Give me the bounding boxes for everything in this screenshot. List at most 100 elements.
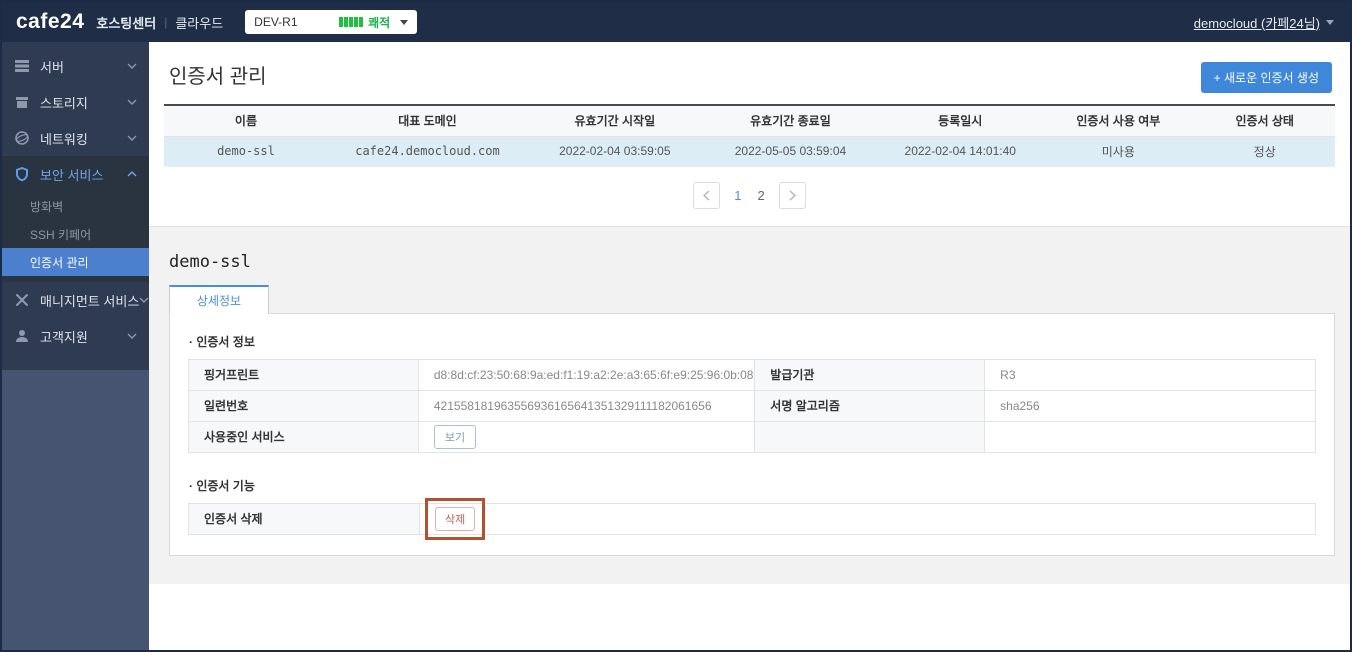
- topbar: cafe24 호스팅센터 | 클라우드 DEV-R1 쾌적 democloud …: [2, 2, 1350, 42]
- certificate-detail-section: demo-ssl 상세정보 인증서 정보 핑거프린트 d8:8d:cf:23:5…: [149, 226, 1350, 584]
- tools-icon: [14, 292, 30, 308]
- sidebar-subitem-label: 인증서 관리: [30, 254, 89, 271]
- sidebar-item-customer-support[interactable]: 고객지원: [2, 318, 149, 354]
- sidebar-item-certificate-management[interactable]: 인증서 관리: [2, 248, 149, 276]
- section-label-cert-info: 인증서 정보: [189, 333, 1316, 350]
- capacity-bars: [339, 17, 363, 27]
- fingerprint-label: 핑거프린트: [189, 359, 419, 390]
- chevron-down-icon: [127, 63, 137, 69]
- chevron-up-icon: [127, 171, 137, 177]
- column-header-status: 인증서 상태: [1194, 105, 1335, 136]
- table-row[interactable]: demo-ssl cafe24.democloud.com 2022-02-04…: [164, 136, 1335, 166]
- column-header-domain: 대표 도메인: [328, 105, 527, 136]
- page-title: 인증서 관리: [169, 60, 267, 89]
- column-header-in-use: 인증서 사용 여부: [1042, 105, 1194, 136]
- cert-info-table: 핑거프린트 d8:8d:cf:23:50:68:9a:ed:f1:19:a2:2…: [188, 359, 1316, 453]
- sidebar-item-storage[interactable]: 스토리지: [2, 84, 149, 120]
- chevron-down-icon: [1326, 20, 1334, 25]
- cafe24-logo[interactable]: cafe24: [16, 10, 84, 34]
- sidebar-item-label: 매니지먼트 서비스: [40, 291, 139, 310]
- chevron-down-icon: [139, 297, 149, 303]
- column-header-name: 이름: [164, 105, 328, 136]
- view-services-button[interactable]: 보기: [434, 425, 476, 449]
- server-name: DEV-R1: [254, 15, 339, 29]
- chevron-left-icon: [703, 190, 710, 201]
- sidebar-item-management-services[interactable]: 매니지먼트 서비스: [2, 282, 149, 318]
- issuer-label: 발급기관: [755, 359, 985, 390]
- chevron-down-icon: [400, 20, 408, 25]
- tab-detail-info[interactable]: 상세정보: [169, 285, 269, 314]
- section-label-cert-functions: 인증서 기능: [189, 477, 1316, 494]
- chevron-down-icon: [127, 333, 137, 339]
- sidebar-group-security: 보안 서비스 방화벽 SSH 키페어 인증서 관리: [2, 156, 149, 282]
- empty-value-cell: [985, 421, 1316, 452]
- empty-area: [149, 584, 1350, 651]
- cert-functions-table: 인증서 삭제 삭제: [188, 503, 1316, 535]
- column-header-valid-from: 유효기간 시작일: [527, 105, 703, 136]
- chevron-down-icon: [127, 135, 137, 141]
- cell-valid-from[interactable]: 2022-02-04 03:59:05: [527, 136, 703, 166]
- table-header-row: 이름 대표 도메인 유효기간 시작일 유효기간 종료일 등록일시 인증서 사용 …: [164, 105, 1335, 136]
- storage-icon: [14, 94, 30, 110]
- service-name: 호스팅센터: [96, 13, 156, 32]
- cell-domain[interactable]: cafe24.democloud.com: [328, 136, 527, 166]
- sidebar-item-label: 보안 서비스: [40, 165, 127, 184]
- cell-in-use[interactable]: 미사용: [1042, 136, 1194, 166]
- function-row: 인증서 삭제 삭제: [189, 503, 1316, 534]
- sidebar-item-firewall[interactable]: 방화벽: [2, 192, 149, 220]
- empty-label-cell: [755, 421, 985, 452]
- sidebar: 서버 스토리지 네트워킹 보안 서비스: [2, 42, 149, 650]
- pagination-page-2[interactable]: 2: [756, 188, 767, 203]
- create-certificate-button[interactable]: + 새로운 인증서 생성: [1201, 62, 1332, 93]
- sidebar-item-label: 고객지원: [40, 327, 127, 346]
- cell-name[interactable]: demo-ssl: [164, 136, 328, 166]
- info-row: 핑거프린트 d8:8d:cf:23:50:68:9a:ed:f1:19:a2:2…: [189, 359, 1316, 390]
- topbar-divider: |: [164, 15, 167, 29]
- sidebar-item-label: 스토리지: [40, 93, 127, 112]
- delete-certificate-label: 인증서 삭제: [189, 503, 420, 534]
- page-header: 인증서 관리 + 새로운 인증서 생성: [149, 42, 1350, 93]
- issuer-value: R3: [985, 359, 1316, 390]
- cell-status[interactable]: 정상: [1194, 136, 1335, 166]
- certificate-table: 이름 대표 도메인 유효기간 시작일 유효기간 종료일 등록일시 인증서 사용 …: [164, 104, 1335, 167]
- services-in-use-label: 사용중인 서비스: [189, 421, 419, 452]
- account-menu[interactable]: democloud (카페24님): [1194, 13, 1334, 32]
- serial-label: 일련번호: [189, 390, 419, 421]
- info-row: 사용중인 서비스 보기: [189, 421, 1316, 452]
- network-icon: [14, 130, 30, 146]
- certificate-name-heading: demo-ssl: [169, 252, 1335, 272]
- sidebar-subitem-label: SSH 키페어: [30, 226, 91, 243]
- sidebar-item-label: 네트워킹: [40, 129, 127, 148]
- sig-alg-value: sha256: [985, 390, 1316, 421]
- sidebar-item-server[interactable]: 서버: [2, 48, 149, 84]
- cell-valid-to[interactable]: 2022-05-05 03:59:04: [703, 136, 879, 166]
- sig-alg-label: 서명 알고리즘: [755, 390, 985, 421]
- pagination-prev-button[interactable]: [693, 182, 720, 209]
- cell-registered[interactable]: 2022-02-04 14:01:40: [878, 136, 1042, 166]
- sidebar-item-networking[interactable]: 네트워킹: [2, 120, 149, 156]
- delete-certificate-button[interactable]: 삭제: [435, 507, 475, 531]
- chevron-down-icon: [127, 99, 137, 105]
- person-icon: [14, 328, 30, 344]
- detail-panel: 인증서 정보 핑거프린트 d8:8d:cf:23:50:68:9a:ed:f1:…: [169, 313, 1335, 556]
- sidebar-item-ssh-keypair[interactable]: SSH 키페어: [2, 220, 149, 248]
- server-selector-dropdown[interactable]: DEV-R1 쾌적: [245, 10, 417, 34]
- fingerprint-value: d8:8d:cf:23:50:68:9a:ed:f1:19:a2:2e:a3:6…: [418, 359, 754, 390]
- sidebar-item-label: 서버: [40, 57, 127, 76]
- pagination-next-button[interactable]: [779, 182, 806, 209]
- sidebar-subitem-label: 방화벽: [30, 198, 63, 215]
- detail-tabs: 상세정보: [169, 285, 1335, 313]
- main-content: 인증서 관리 + 새로운 인증서 생성 이름 대표 도메인 유효기간 시작일 유…: [149, 42, 1350, 650]
- column-header-registered: 등록일시: [878, 105, 1042, 136]
- column-header-valid-to: 유효기간 종료일: [703, 105, 879, 136]
- server-icon: [14, 58, 30, 74]
- capacity-status: 쾌적: [368, 14, 390, 31]
- chevron-right-icon: [789, 190, 796, 201]
- pagination-page-1[interactable]: 1: [732, 188, 743, 203]
- app-window: cafe24 호스팅센터 | 클라우드 DEV-R1 쾌적 democloud …: [0, 0, 1352, 652]
- sidebar-item-security-services[interactable]: 보안 서비스: [2, 156, 149, 192]
- pagination: 1 2: [149, 167, 1350, 226]
- account-name: democloud (카페24님): [1194, 13, 1320, 32]
- shield-icon: [14, 166, 30, 182]
- info-row: 일련번호 42155818196355693616564135132911118…: [189, 390, 1316, 421]
